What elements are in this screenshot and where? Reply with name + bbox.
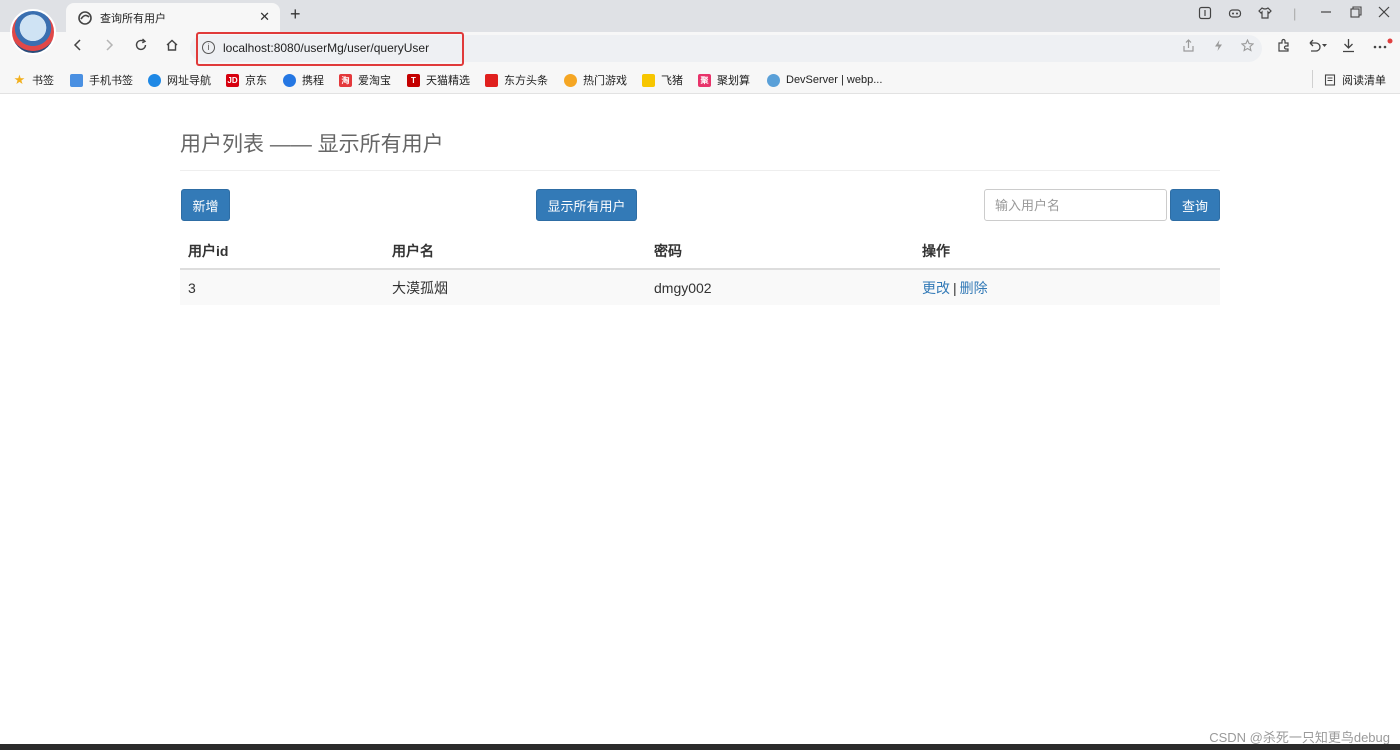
bookmark-item[interactable]: 携程 — [283, 72, 324, 88]
game-icon — [564, 73, 577, 87]
fliggy-icon — [642, 73, 655, 87]
reading-list-icon — [1323, 74, 1336, 87]
juhuasuan-icon: 聚 — [698, 73, 711, 87]
new-tab-button[interactable]: + — [290, 4, 301, 25]
search-button[interactable]: 查询 — [1170, 189, 1220, 221]
extensions-icon[interactable] — [1276, 38, 1291, 57]
devserver-icon — [767, 73, 780, 87]
tab-actions-icon[interactable] — [1198, 6, 1212, 23]
shirt-icon[interactable] — [1258, 6, 1272, 23]
username-search-input[interactable] — [984, 189, 1167, 221]
bookmark-item[interactable]: 手机书签 — [70, 72, 133, 88]
share-icon[interactable] — [1182, 39, 1195, 55]
back-icon[interactable] — [68, 38, 88, 57]
dongfang-icon — [485, 73, 498, 87]
url-text[interactable]: localhost:8080/userMg/user/queryUser — [223, 41, 429, 55]
action-separator: | — [953, 279, 957, 296]
bookmark-item[interactable]: T 天猫精选 — [407, 72, 470, 88]
more-menu-icon[interactable] — [1372, 38, 1394, 57]
cell-user-id: 3 — [180, 269, 384, 305]
tab-close-icon[interactable]: ✕ — [259, 9, 270, 25]
taobao-icon: 淘 — [339, 73, 352, 87]
bookmark-item[interactable]: 淘爱淘宝 — [339, 72, 391, 88]
bookmark-item[interactable]: 聚聚划算 — [698, 72, 750, 88]
minimize-icon[interactable] — [1320, 6, 1332, 21]
download-icon[interactable] — [1341, 38, 1356, 57]
undo-dropdown-icon[interactable] — [1306, 38, 1328, 57]
profile-avatar[interactable] — [10, 9, 56, 55]
users-table: 用户id 用户名 密码 操作 3 大漠孤烟 dmgy002 更改 | 删除 — [180, 234, 1220, 305]
show-all-users-button[interactable]: 显示所有用户 — [536, 189, 637, 221]
bookmark-item[interactable]: 网址导航 — [148, 72, 211, 88]
bookmark-item[interactable]: JD 京东 — [226, 72, 267, 88]
lightning-icon[interactable] — [1212, 39, 1225, 55]
edge-icon — [148, 73, 161, 87]
jd-icon: JD — [226, 73, 239, 87]
column-header-password: 密码 — [646, 234, 914, 270]
cell-username: 大漠孤烟 — [384, 269, 646, 305]
reading-list-button[interactable]: 阅读清单 — [1323, 72, 1386, 88]
bookmark-item[interactable]: DevServer | webp... — [767, 72, 882, 88]
chrome-divider: | — [1293, 6, 1297, 21]
tmall-icon: T — [407, 73, 420, 87]
restore-icon[interactable] — [1350, 6, 1362, 21]
star-icon: ★ — [13, 72, 26, 87]
games-icon[interactable] — [1228, 6, 1242, 23]
refresh-icon[interactable] — [131, 38, 151, 57]
phone-icon — [70, 73, 83, 87]
taskbar-strip — [0, 744, 1400, 750]
column-header-username: 用户名 — [384, 234, 646, 270]
home-icon[interactable] — [162, 38, 182, 57]
cell-actions: 更改 | 删除 — [914, 269, 1220, 305]
delete-user-link[interactable]: 删除 — [960, 280, 988, 296]
window-close-icon[interactable] — [1378, 6, 1390, 21]
cell-password: dmgy002 — [646, 269, 914, 305]
ctrip-icon — [283, 73, 296, 87]
bookmarks-divider — [1312, 70, 1313, 88]
bookmark-item[interactable]: 东方头条 — [485, 72, 548, 88]
bookmark-item[interactable]: 飞猪 — [642, 72, 683, 88]
column-header-actions: 操作 — [914, 234, 1220, 270]
site-info-icon[interactable]: i — [202, 41, 215, 54]
add-user-button[interactable]: 新增 — [181, 189, 230, 221]
page-title: 用户列表 —— 显示所有用户 — [180, 133, 444, 156]
table-header-row: 用户id 用户名 密码 操作 — [180, 234, 1220, 270]
favorite-star-icon[interactable] — [1240, 38, 1255, 55]
bookmark-item[interactable]: ★ 书签 — [13, 72, 54, 88]
column-header-id: 用户id — [180, 234, 384, 270]
active-tab[interactable]: 查询所有用户 ✕ — [66, 3, 280, 32]
bookmark-item[interactable]: 热门游戏 — [564, 72, 627, 88]
edit-user-link[interactable]: 更改 — [922, 280, 950, 296]
title-divider — [180, 170, 1220, 171]
tab-title: 查询所有用户 — [100, 12, 166, 25]
forward-icon[interactable] — [99, 38, 119, 57]
page-favicon-icon — [78, 10, 92, 25]
table-row: 3 大漠孤烟 dmgy002 更改 | 删除 — [180, 269, 1220, 305]
